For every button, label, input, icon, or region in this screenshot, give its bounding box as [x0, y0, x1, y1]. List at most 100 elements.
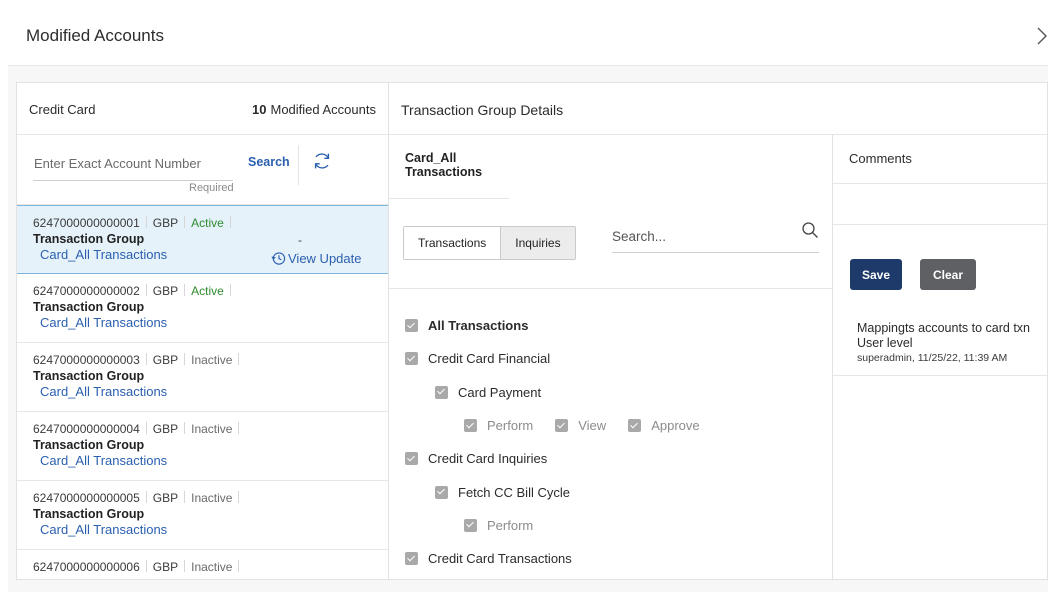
- permission-approve[interactable]: Approve: [628, 418, 700, 434]
- account-meta: 6247000000000001 GBP Active: [33, 216, 388, 230]
- checkbox-checked[interactable]: [464, 419, 477, 433]
- save-button[interactable]: Save: [850, 259, 903, 290]
- checkbox-checked[interactable]: [405, 452, 418, 466]
- main-panel: Credit Card 10Modified Accounts Required…: [16, 82, 1048, 580]
- permission-row: Perform: [389, 509, 832, 542]
- account-number: 6247000000000001: [33, 216, 140, 230]
- checkbox-checked[interactable]: [555, 419, 569, 433]
- permission-perform[interactable]: Perform: [464, 418, 533, 433]
- tree-node-card-transactions[interactable]: Credit Card Transactions: [389, 542, 832, 575]
- checkbox-checked[interactable]: [435, 385, 448, 399]
- tree-node-all-transactions[interactable]: All Transactions: [389, 309, 832, 342]
- account-number: 6247000000000005: [33, 491, 140, 505]
- details-title: Transaction Group Details: [401, 102, 564, 118]
- account-row[interactable]: 6247000000000004 GBP Inactive Transaction …: [17, 412, 388, 481]
- account-status: Inactive: [191, 491, 233, 505]
- product-label: Credit Card: [29, 102, 96, 117]
- chevron-right-icon[interactable]: [1036, 24, 1048, 48]
- view-update-label: View Update: [288, 251, 362, 266]
- refresh-icon[interactable]: [311, 150, 333, 172]
- group-link[interactable]: Card_All Transactions: [33, 384, 388, 399]
- account-row[interactable]: 6247000000000003 GBP Inactive Transaction …: [17, 343, 388, 412]
- permission-row: Perform View Approve: [389, 409, 832, 442]
- tree-node-card-payment[interactable]: Card Payment: [389, 376, 832, 409]
- modified-count-label: Modified Accounts: [270, 102, 376, 117]
- node-label: Credit Card Transactions: [428, 551, 572, 567]
- account-status: Active: [191, 216, 224, 230]
- comment-meta: superadmin, 11/25/22, 11:39 AM: [857, 352, 1008, 364]
- permission-perform[interactable]: Perform: [464, 518, 533, 533]
- tree-node-bill-cycle[interactable]: Fetch CC Bill Cycle: [389, 475, 832, 508]
- account-currency: GBP: [152, 560, 179, 574]
- checkbox-checked[interactable]: [405, 319, 418, 333]
- accounts-column: Credit Card 10Modified Accounts Required…: [17, 83, 389, 579]
- account-meta: 6247000000000003 GBP Inactive: [33, 353, 388, 367]
- account-status: Inactive: [191, 560, 233, 574]
- checkbox-checked[interactable]: [405, 552, 418, 566]
- perm-label: Perform: [487, 517, 534, 533]
- group-link[interactable]: Card_All Transactions: [33, 453, 388, 468]
- account-number: 6247000000000002: [33, 284, 140, 298]
- modified-accounts-count: 10 Modified Accounts: [252, 102, 376, 117]
- transaction-search-input[interactable]: [612, 215, 772, 247]
- group-label: Transaction Group: [33, 232, 145, 246]
- group-label: Transaction Group: [33, 438, 145, 452]
- account-number-input[interactable]: [33, 147, 233, 181]
- account-meta: 6247000000000006 GBP Inactive: [33, 560, 388, 574]
- checkbox-checked[interactable]: [464, 518, 477, 532]
- account-currency: GBP: [152, 422, 179, 436]
- account-number: 6247000000000004: [33, 422, 140, 436]
- account-status: Inactive: [191, 353, 233, 367]
- account-number: 6247000000000003: [33, 353, 140, 367]
- search-icon[interactable]: [801, 221, 819, 239]
- checkbox-checked[interactable]: [628, 419, 642, 433]
- account-search: Required Search: [17, 135, 388, 205]
- divider: [833, 375, 1047, 376]
- comment-entry: Mappingts accounts to card txn User leve…: [857, 321, 1047, 364]
- transaction-tree: All Transactions Credit Card Financial C…: [389, 289, 832, 575]
- history-icon: [271, 252, 286, 265]
- view-update-link[interactable]: View Update: [271, 251, 361, 266]
- account-meta: 6247000000000005 GBP Inactive: [33, 491, 388, 505]
- tree-node-inquiries[interactable]: Credit Card Inquiries: [389, 442, 832, 475]
- account-meta: 6247000000000004 GBP Inactive: [33, 422, 388, 436]
- group-label: Transaction Group: [33, 300, 145, 314]
- page-title: Modified Accounts: [26, 26, 164, 45]
- perm-label: Approve: [651, 418, 700, 434]
- account-row[interactable]: 6247000000000006 GBP Inactive: [17, 550, 388, 579]
- group-link[interactable]: Card_All Transactions: [33, 315, 388, 330]
- required-hint: Required: [189, 182, 234, 194]
- tab-inquiries[interactable]: Inquiries: [501, 227, 575, 259]
- node-label: Fetch CC Bill Cycle: [458, 484, 570, 500]
- comments-header: Comments: [833, 135, 1047, 184]
- account-row[interactable]: 6247000000000005 GBP Inactive Transaction …: [17, 481, 388, 550]
- modified-count: 10: [252, 102, 267, 117]
- permission-view[interactable]: View: [555, 418, 606, 433]
- transaction-search: [612, 215, 819, 253]
- group-link[interactable]: Card_All Transactions: [33, 522, 388, 537]
- account-row[interactable]: 6247000000000002 GBP Active Transaction Gr…: [17, 274, 388, 343]
- checkbox-checked[interactable]: [435, 485, 448, 499]
- account-currency: GBP: [152, 353, 179, 367]
- account-currency: GBP: [152, 491, 179, 505]
- group-label: Transaction Group: [33, 507, 145, 521]
- comments-column: Comments Save Clear Mappingts accounts t…: [833, 135, 1047, 579]
- node-label: Card Payment: [458, 384, 542, 400]
- account-meta: 6247000000000002 GBP Active: [33, 284, 388, 298]
- clear-button[interactable]: Clear: [920, 259, 977, 290]
- account-row[interactable]: 6247000000000001 GBP Active Transaction Gr…: [17, 205, 388, 274]
- group-name: Card_All Transactions: [389, 135, 509, 199]
- account-status: Inactive: [191, 422, 233, 436]
- accounts-header: Credit Card 10 Modified Accounts: [17, 83, 388, 135]
- details-column: Card_All Transactions Transactions Inqui…: [389, 135, 833, 579]
- account-status: Active: [191, 284, 224, 298]
- comments-title: Comments: [849, 151, 912, 166]
- account-currency: GBP: [152, 216, 179, 230]
- tab-transactions[interactable]: Transactions: [404, 227, 502, 259]
- node-label: All Transactions: [428, 318, 529, 334]
- search-button[interactable]: Search: [248, 155, 290, 169]
- checkbox-checked[interactable]: [405, 352, 418, 366]
- comment-input-area[interactable]: [833, 184, 1047, 225]
- tree-node-financial[interactable]: Credit Card Financial: [389, 342, 832, 375]
- group-label: Transaction Group: [33, 369, 145, 383]
